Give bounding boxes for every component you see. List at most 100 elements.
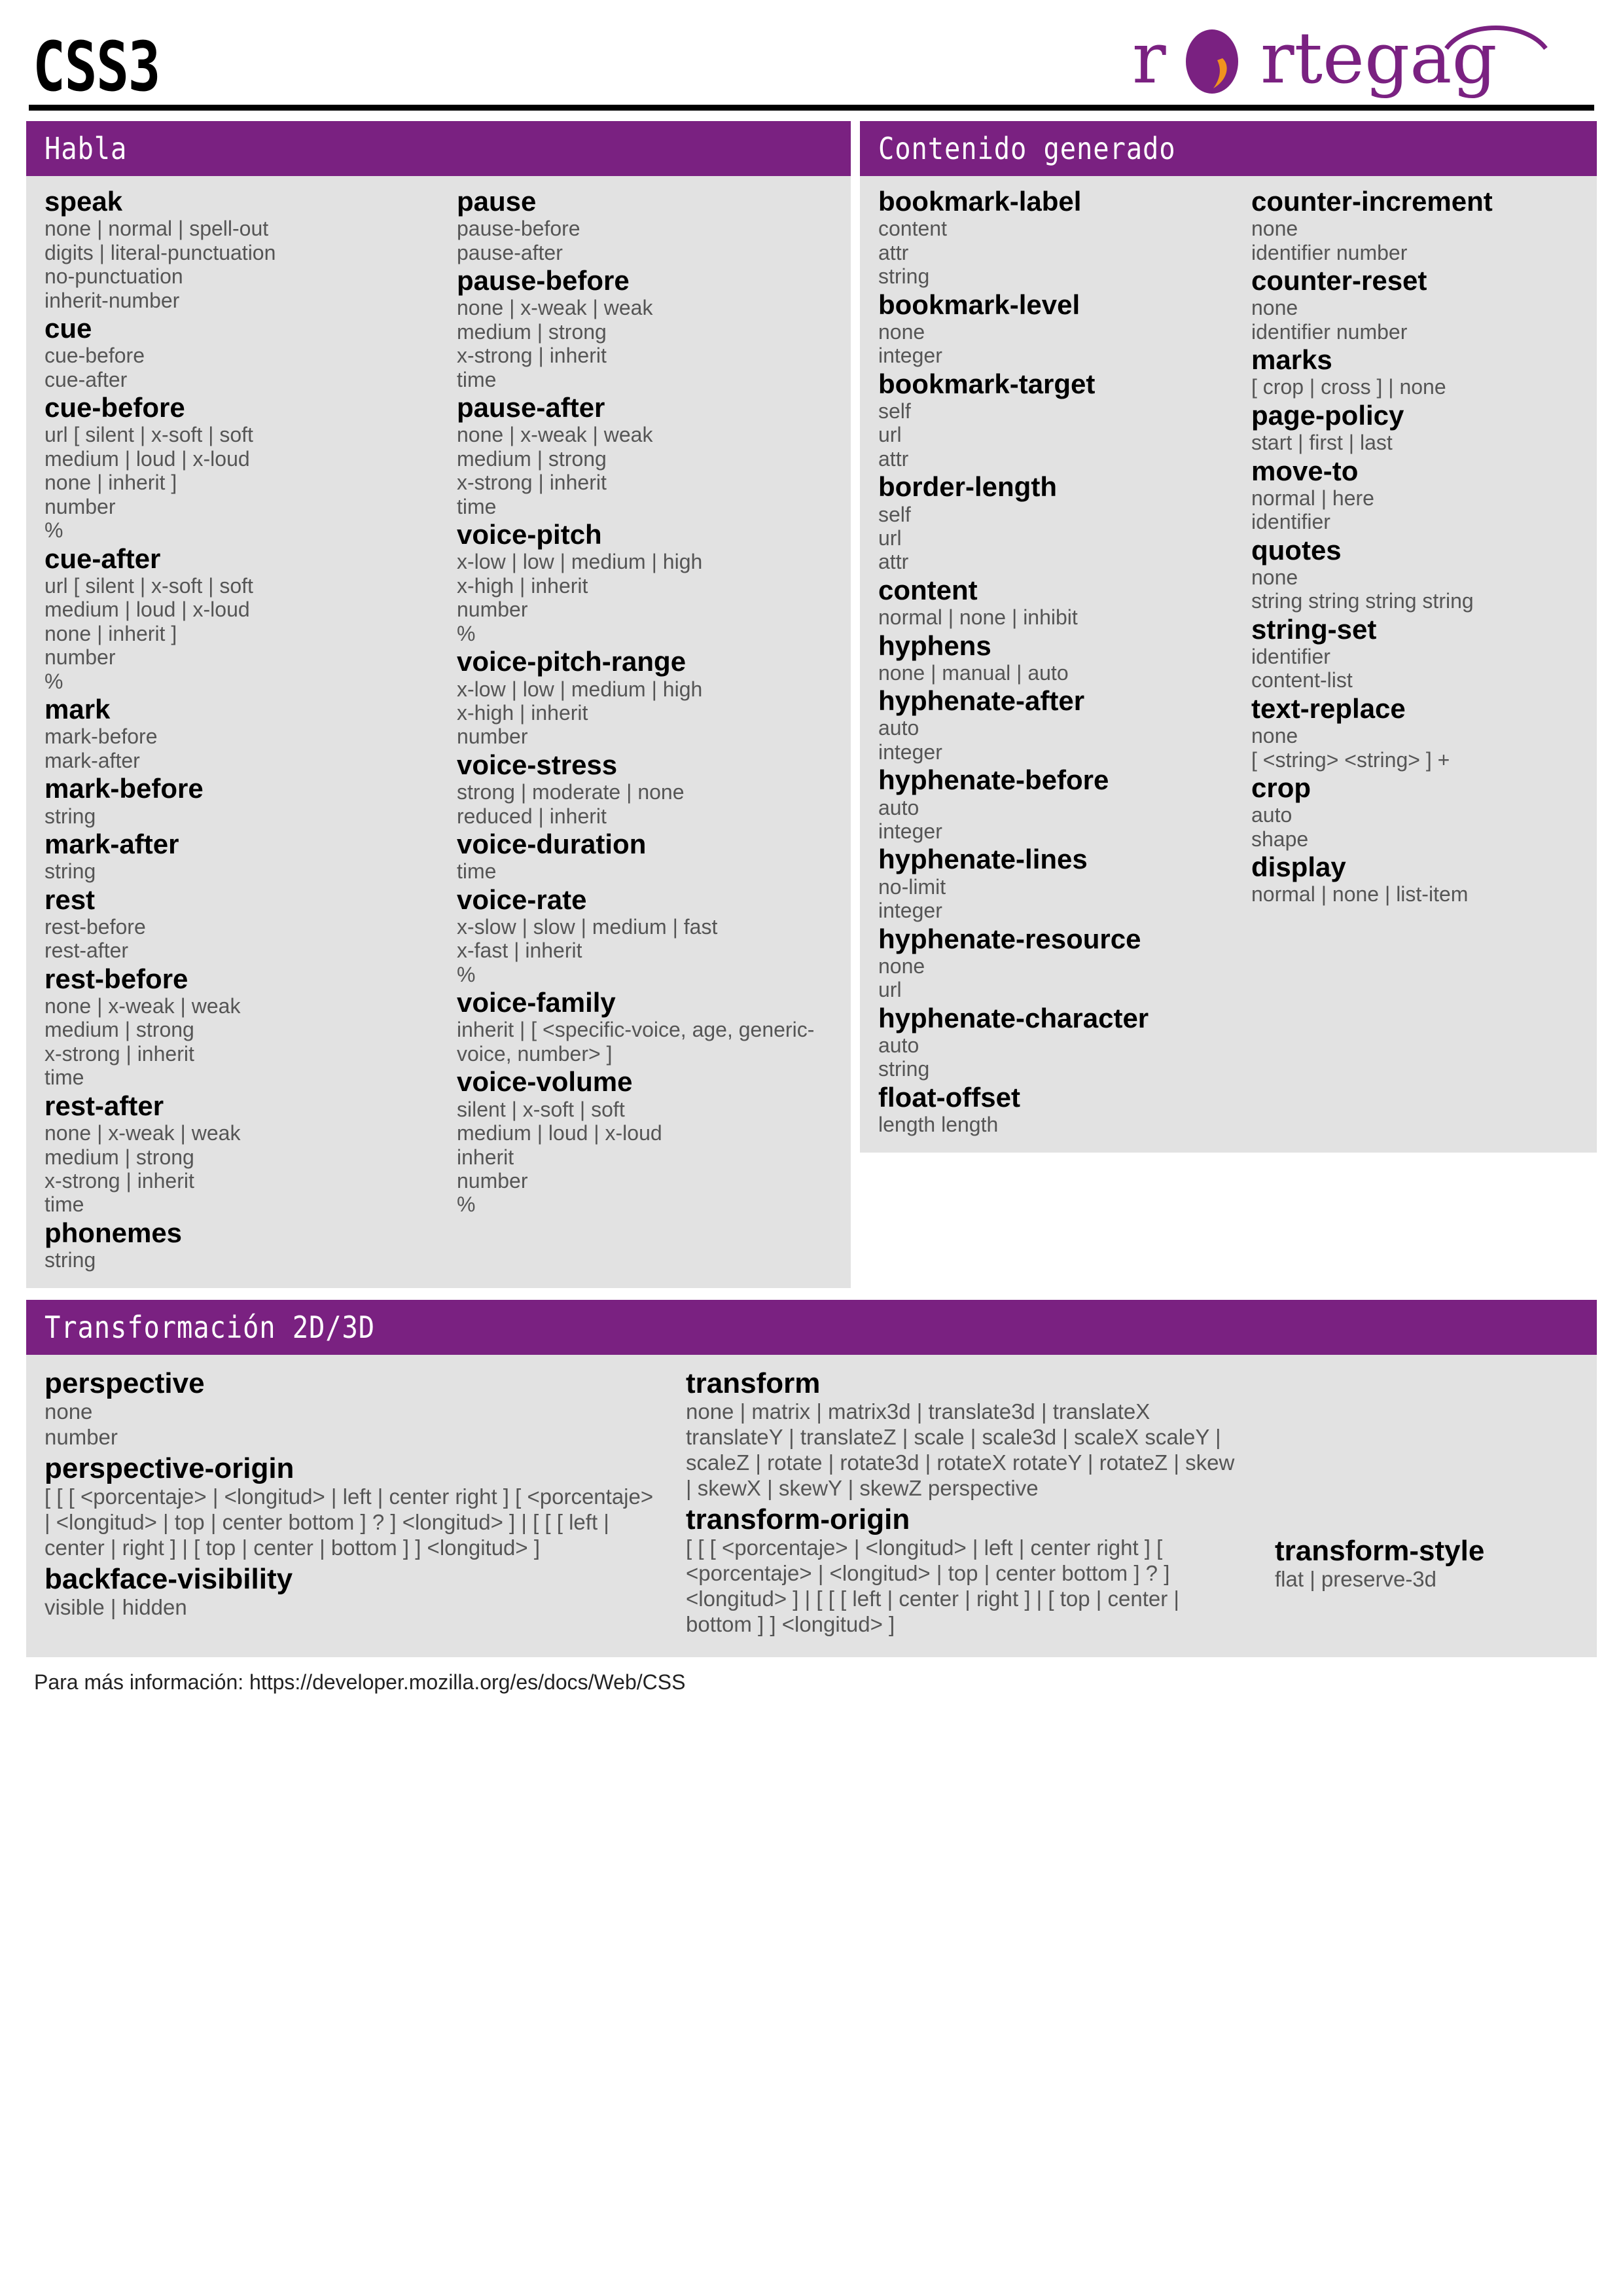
property-value: mark-before [45,725,158,749]
property-name: transform-origin [686,1503,910,1535]
section-contenido-generado: Contenido generado bookmark-label conten… [860,121,1597,1153]
property-name: cue [45,313,92,344]
property-value: start | first | last [1251,431,1393,455]
property-value: auto [878,716,919,740]
property-value: x-low | low | medium | high [457,677,703,701]
property-name: pause [457,186,537,217]
property-name: mark [45,694,111,725]
property-value: normal | here [1251,486,1374,510]
property-name: hyphenate-lines [878,844,1088,875]
property-value: time [457,494,497,518]
property-value: [ [ [ <porcentaje> | <longitud> | left |… [45,1484,654,1560]
property-value: content-list [1251,668,1353,692]
property-value: none [878,954,925,978]
property-value: number [45,494,116,518]
property-value: integer [878,344,942,368]
transform-column-right: transform-style flat | preserve-3d [1257,1365,1597,1638]
property-value: time [457,367,497,391]
property-value: none | inherit ] [45,621,177,645]
property-name: float-offset [878,1081,1020,1113]
property-value: medium | strong [45,1145,194,1169]
property-value: none | manual | auto [878,660,1069,685]
property-value: identifier [1251,510,1330,534]
property-value: string [45,1248,96,1272]
property-name: cue-before [45,392,185,423]
property-value: none | x-weak | weak [45,994,241,1018]
property-value: url [878,423,902,447]
property-value: x-high | inherit [457,573,588,598]
property-value: medium | loud | x-loud [45,446,250,471]
property-name: border-length [878,471,1057,503]
section-title: Contenido generado [878,131,1176,166]
property-name: voice-volume [457,1066,633,1098]
property-value: number [45,645,116,670]
property-value: normal | none | list-item [1251,882,1469,906]
property-value: string [45,859,96,884]
section-header-habla: Habla [26,121,851,176]
property-value: none | x-weak | weak [457,296,653,320]
property-name: cue-after [45,543,161,574]
section-title: Habla [45,131,128,166]
header-divider [29,105,1594,111]
property-value: reduced | inherit [457,804,607,828]
property-value: self [878,502,911,526]
property-value: string [878,264,930,289]
property-name: move-to [1251,455,1359,486]
property-value: attr [878,446,909,471]
property-name: voice-duration [457,829,647,860]
property-value: none | x-weak | weak [457,423,653,447]
property-value: x-strong | inherit [45,1041,194,1066]
property-value: content [878,217,947,241]
property-name: voice-rate [457,884,587,915]
property-name: counter-reset [1251,265,1427,296]
habla-column-1: speak none | normal | spell-out digits |… [26,185,438,1272]
property-name: voice-pitch-range [457,646,687,677]
property-value: inherit [457,1145,514,1169]
property-value: shape [1251,827,1309,851]
property-name: hyphenate-character [878,1002,1149,1033]
property-value: % [457,962,476,986]
property-name: bookmark-target [878,368,1096,399]
property-value: inherit-number [45,288,180,312]
property-value: digits | literal-punctuation [45,240,276,264]
property-value: url [878,526,902,550]
property-value: url [878,978,902,1002]
property-name: perspective [45,1367,205,1399]
property-name: rest [45,884,96,915]
property-value: visible | hidden [45,1595,187,1620]
footer-note: Para más información: https://developer.… [34,1670,686,1694]
property-name: crop [1251,772,1311,804]
transform-column-left: perspective none number perspective-orig… [26,1365,668,1638]
property-name: transform-style [1275,1534,1485,1567]
property-name: counter-increment [1251,186,1493,217]
property-value: silent | x-soft | soft [457,1097,625,1121]
property-name: marks [1251,344,1332,376]
property-value: mark-after [45,748,140,772]
property-value: x-strong | inherit [457,344,607,368]
property-value: medium | strong [457,319,607,344]
section-body-habla: speak none | normal | spell-out digits |… [26,176,851,1288]
property-value: attr [878,240,909,264]
property-name: pause-before [457,265,630,296]
property-name: hyphens [878,630,991,661]
property-name: quotes [1251,534,1342,565]
property-value: none | inherit ] [45,471,177,495]
property-value: flat | preserve-3d [1275,1566,1437,1591]
property-value: rest-after [45,939,129,963]
section-header-transformacion: Transformación 2D/3D [26,1299,1597,1355]
section-body-contenido-generado: bookmark-label content attr string bookm… [860,176,1597,1153]
property-value: length length [878,1113,999,1137]
property-value: % [457,1193,476,1217]
rortegag-logo: r rtegag [1132,22,1590,101]
property-value: x-high | inherit [457,700,588,725]
page-title: CSS3 [33,27,161,107]
property-value: cue-before [45,344,145,368]
property-name: string-set [1251,613,1377,645]
property-value: medium | loud | x-loud [457,1121,662,1145]
property-value: time [45,1193,84,1217]
property-value: pause-after [457,240,563,264]
property-value: auto [878,1033,919,1057]
property-name: speak [45,186,123,217]
section-title: Transformación 2D/3D [45,1309,376,1345]
property-value: cue-after [45,367,128,391]
